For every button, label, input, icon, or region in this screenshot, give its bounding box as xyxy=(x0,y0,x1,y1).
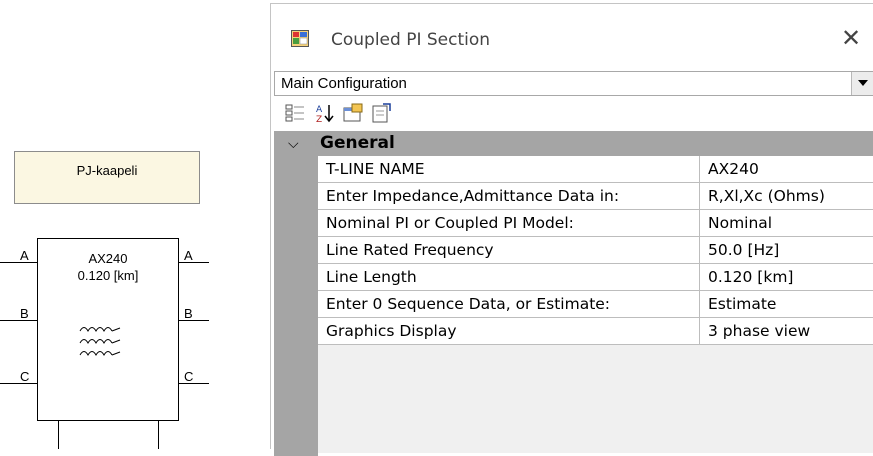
component-name: AX240 xyxy=(88,251,128,266)
port-label-left-b: B xyxy=(20,306,29,321)
property-name: T-LINE NAME xyxy=(318,156,700,182)
component-length: 0.120 [km] xyxy=(77,268,139,283)
property-value[interactable]: AX240 xyxy=(702,156,759,182)
category-general[interactable]: ⌵ General xyxy=(274,131,873,156)
component-window-icon xyxy=(291,30,309,47)
chevron-down-icon[interactable]: ⌵ xyxy=(288,135,299,152)
property-value[interactable]: Estimate xyxy=(702,291,776,317)
property-name: Line Rated Frequency xyxy=(318,237,700,263)
configuration-select[interactable]: Main Configuration xyxy=(274,71,873,96)
category-label: General xyxy=(320,133,395,153)
property-name: Enter 0 Sequence Data, or Estimate: xyxy=(318,291,700,317)
property-value[interactable]: 3 phase view xyxy=(702,318,810,344)
property-name: Nominal PI or Coupled PI Model: xyxy=(318,210,700,236)
coupled-inductor-icon xyxy=(79,327,121,357)
chevron-down-icon[interactable] xyxy=(851,72,873,95)
svg-text:Z: Z xyxy=(316,115,322,124)
property-grid: ⌵ General T-LINE NAME AX240 Enter Impedanc… xyxy=(274,131,873,456)
grid-margin xyxy=(274,156,318,456)
cable-label-text: PJ-kaapeli xyxy=(76,163,138,178)
property-name: Graphics Display xyxy=(318,318,700,344)
property-name: Enter Impedance,Admittance Data in: xyxy=(318,183,700,209)
coupled-pi-component[interactable]: AX240 0.120 [km] xyxy=(37,238,179,421)
property-row[interactable]: Nominal PI or Coupled PI Model: Nominal xyxy=(318,210,873,237)
export-icon[interactable] xyxy=(370,102,392,124)
property-value[interactable]: Nominal xyxy=(702,210,772,236)
property-row[interactable]: Enter Impedance,Admittance Data in: R,Xl,… xyxy=(318,183,873,210)
close-icon[interactable]: ✕ xyxy=(841,24,861,52)
property-value[interactable]: R,Xl,Xc (Ohms) xyxy=(702,183,825,209)
property-toolbar: A Z xyxy=(274,96,873,130)
categorized-icon[interactable] xyxy=(284,102,306,124)
coupled-pi-window: Coupled PI Section ✕ Main Configuration … xyxy=(270,3,873,456)
property-row[interactable]: Line Rated Frequency 50.0 [Hz] xyxy=(318,237,873,264)
property-pages-icon[interactable] xyxy=(342,102,364,124)
ground-pin-left xyxy=(58,421,59,449)
alphabetical-sort-icon[interactable]: A Z xyxy=(314,102,336,124)
window-title: Coupled PI Section xyxy=(331,30,491,50)
port-line-left-a xyxy=(0,262,37,263)
configuration-select-value: Main Configuration xyxy=(281,75,407,92)
port-label-right-a: A xyxy=(184,248,193,263)
port-label-right-b: B xyxy=(184,306,193,321)
property-value[interactable]: 0.120 [km] xyxy=(702,264,793,290)
title-bar[interactable]: Coupled PI Section ✕ xyxy=(271,4,873,70)
ground-pin-right xyxy=(158,421,159,449)
port-label-left-a: A xyxy=(20,248,29,263)
cable-label-box[interactable]: PJ-kaapeli xyxy=(14,151,200,204)
property-row[interactable]: Line Length 0.120 [km] xyxy=(318,264,873,291)
property-row[interactable]: T-LINE NAME AX240 xyxy=(318,156,873,183)
property-row[interactable]: Graphics Display 3 phase view xyxy=(318,318,873,345)
port-label-left-c: C xyxy=(20,369,30,384)
port-line-left-c xyxy=(0,383,37,384)
svg-text:A: A xyxy=(316,105,323,115)
property-name: Line Length xyxy=(318,264,700,290)
property-value[interactable]: 50.0 [Hz] xyxy=(702,237,779,263)
property-row[interactable]: Enter 0 Sequence Data, or Estimate: Estim… xyxy=(318,291,873,318)
port-line-left-b xyxy=(0,320,37,321)
port-label-right-c: C xyxy=(184,369,194,384)
